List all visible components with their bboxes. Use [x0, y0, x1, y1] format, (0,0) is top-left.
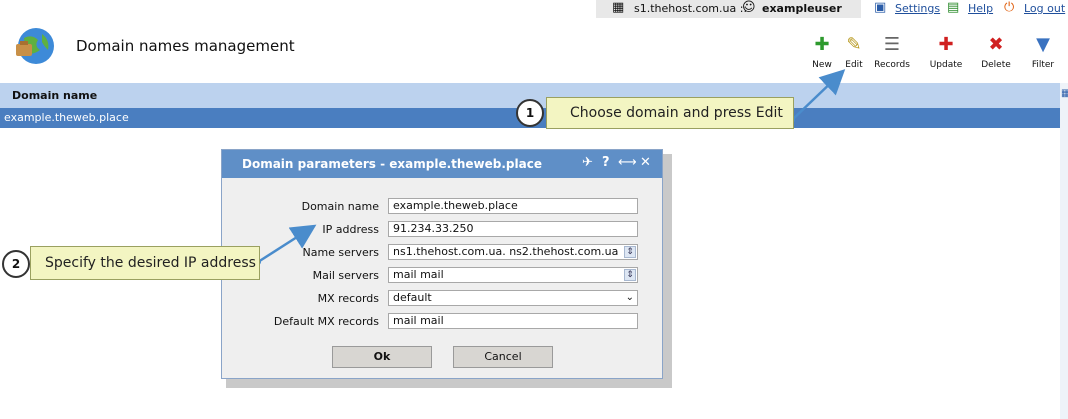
- callout-2-text: Specify the desired IP address: [45, 255, 256, 271]
- callout-2-badge: 2: [2, 250, 30, 278]
- callout-1: Choose domain and press Edit: [546, 97, 794, 129]
- callout-1-arrow: [791, 69, 846, 121]
- callout-2: Specify the desired IP address: [30, 246, 260, 280]
- callout-1-badge: 1: [516, 99, 544, 127]
- callout-1-text: Choose domain and press Edit: [570, 105, 783, 121]
- callout-2-arrow: [257, 224, 317, 264]
- callout-arrows: [255, 69, 846, 265]
